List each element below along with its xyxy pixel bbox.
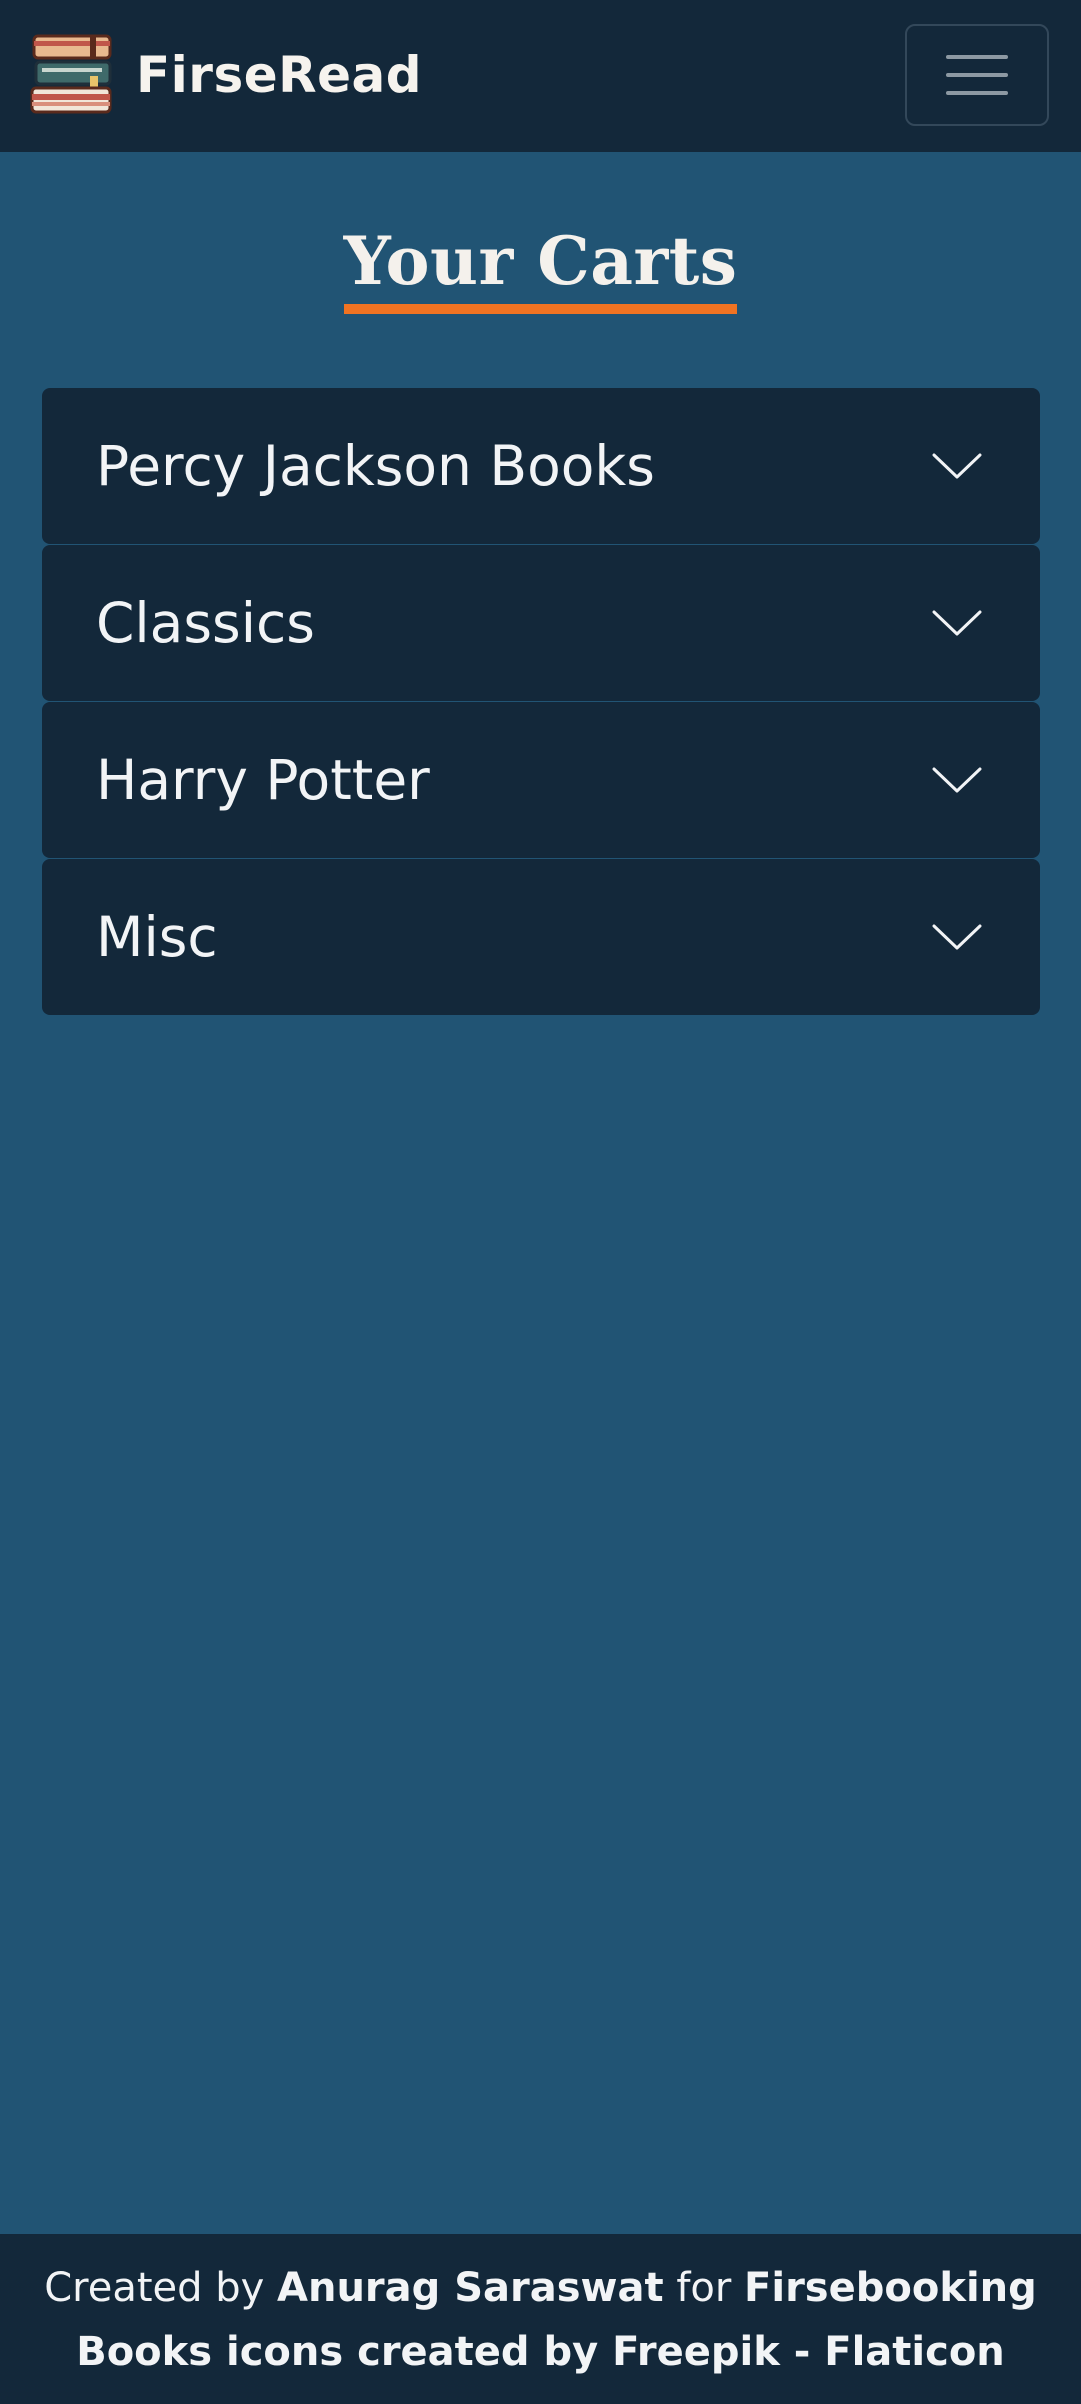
cart-item-classics[interactable]: Classics (42, 545, 1040, 701)
chevron-down-icon (932, 453, 982, 479)
cart-item-label: Misc (96, 905, 218, 969)
footer-organization-link[interactable]: Firsebooking (744, 2265, 1037, 2311)
hamburger-menu-icon (946, 73, 1008, 77)
footer-attribution-line: Books icons created by Freepik - Flatico… (0, 2320, 1081, 2384)
brand-name: FirseRead (136, 46, 423, 104)
footer-created-by-text: Created by (44, 2265, 265, 2311)
hamburger-menu-icon (946, 55, 1008, 59)
footer-attribution-link[interactable]: Books icons created by Freepik - Flatico… (76, 2329, 1005, 2375)
cart-item-misc[interactable]: Misc (42, 859, 1040, 1015)
chevron-down-icon (932, 924, 982, 950)
brand-link[interactable]: FirseRead (30, 30, 422, 120)
carts-accordion: Percy Jackson Books Classics Harry Potte… (42, 388, 1040, 1016)
hamburger-menu-button[interactable] (905, 24, 1049, 126)
navbar: FirseRead (0, 0, 1081, 152)
page-title-wrap: Your Carts (0, 228, 1081, 314)
hamburger-menu-icon (946, 91, 1008, 95)
chevron-down-icon (932, 767, 982, 793)
cart-item-harry-potter[interactable]: Harry Potter (42, 702, 1040, 858)
cart-item-label: Classics (96, 591, 315, 655)
footer-author-link[interactable]: Anurag Saraswat (277, 2265, 664, 2311)
cart-item-percy-jackson[interactable]: Percy Jackson Books (42, 388, 1040, 544)
page-title: Your Carts (343, 228, 738, 314)
books-stack-icon (30, 34, 112, 114)
footer: Created by Anurag Saraswat for Firsebook… (0, 2234, 1081, 2404)
footer-credit-line: Created by Anurag Saraswat for Firsebook… (0, 2256, 1081, 2320)
footer-for-text: for (676, 2265, 732, 2311)
chevron-down-icon (932, 610, 982, 636)
cart-item-label: Percy Jackson Books (96, 434, 655, 498)
cart-item-label: Harry Potter (96, 748, 430, 812)
